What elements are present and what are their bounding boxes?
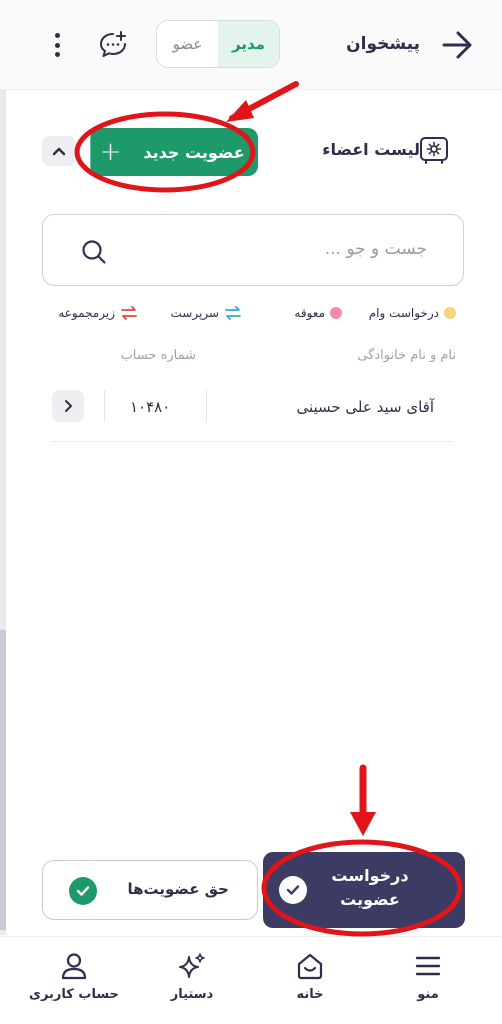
column-header-name: نام و نام خانوادگی <box>357 348 456 363</box>
new-membership-button[interactable]: عضویت جدید + <box>90 128 258 176</box>
membership-fees-button[interactable]: حق عضویت‌ها <box>42 860 258 920</box>
check-circle-icon <box>279 876 307 904</box>
pink-dot-icon <box>330 307 342 319</box>
collapse-button[interactable] <box>42 136 76 166</box>
bottom-navigation: منو خانه دستیار حساب کاربری <box>0 936 502 1024</box>
divider <box>206 390 207 422</box>
nav-menu-label: منو <box>417 987 439 1002</box>
legend-overdue: معوقه <box>294 306 342 320</box>
sparkle-icon <box>179 953 205 978</box>
members-list-icon <box>420 137 448 164</box>
membership-request-label: درخواست عضویت <box>331 866 409 909</box>
section-title: لیست اعضاء <box>322 140 420 159</box>
legend-subset: زیرمجموعه <box>58 306 138 320</box>
nav-home-label: خانه <box>296 987 324 1002</box>
search-placeholder: جست و جو ... <box>324 239 427 259</box>
chevron-right-icon <box>65 400 72 412</box>
nav-assistant-label: دستیار <box>170 987 214 1002</box>
nav-home[interactable]: خانه <box>260 947 360 1017</box>
membership-fees-label: حق عضویت‌ها <box>127 880 229 898</box>
check-circle-icon <box>69 877 97 905</box>
search-input[interactable]: جست و جو ... <box>42 214 464 286</box>
app-header: پیشخوان عضو مدیر <box>0 0 502 90</box>
more-options-icon[interactable] <box>52 30 62 60</box>
nav-menu[interactable]: منو <box>378 947 478 1017</box>
search-icon <box>82 240 106 264</box>
scrollbar[interactable] <box>0 90 6 935</box>
table-row[interactable]: آقای سید علی حسینی ۱۰۴۸۰ <box>50 384 454 442</box>
nav-assistant[interactable]: دستیار <box>142 947 242 1017</box>
role-member-option[interactable]: عضو <box>157 21 218 67</box>
member-name: آقای سید علی حسینی <box>296 398 434 416</box>
scrollbar-thumb[interactable] <box>0 630 6 930</box>
new-membership-label: عضویت جدید <box>143 142 245 162</box>
swap-red-icon <box>121 306 137 320</box>
annotation-arrowhead <box>226 100 254 122</box>
home-icon <box>297 953 323 980</box>
user-icon <box>61 953 87 980</box>
legend-loan-request: درخواست وام <box>369 306 456 320</box>
role-toggle[interactable]: عضو مدیر <box>156 20 280 68</box>
back-arrow-icon[interactable] <box>440 28 474 62</box>
swap-blue-icon <box>225 306 241 320</box>
chevron-up-icon <box>52 147 66 156</box>
nav-account[interactable]: حساب کاربری <box>24 947 124 1017</box>
nav-account-label: حساب کاربری <box>29 987 119 1002</box>
row-details-button[interactable] <box>52 390 84 422</box>
account-number: ۱۰۴۸۰ <box>130 398 171 416</box>
legend-supervisor: سرپرست <box>171 306 242 320</box>
column-header-account: شماره حساب <box>120 348 196 363</box>
yellow-dot-icon <box>444 307 456 319</box>
menu-icon <box>415 956 441 976</box>
role-manager-option[interactable]: مدیر <box>218 21 279 67</box>
plus-icon: + <box>90 128 130 176</box>
page-title: پیشخوان <box>346 34 420 54</box>
annotation-arrowhead <box>350 812 376 836</box>
new-chat-icon[interactable] <box>98 30 128 60</box>
divider <box>104 390 105 422</box>
membership-request-button[interactable]: درخواست عضویت <box>263 852 465 928</box>
